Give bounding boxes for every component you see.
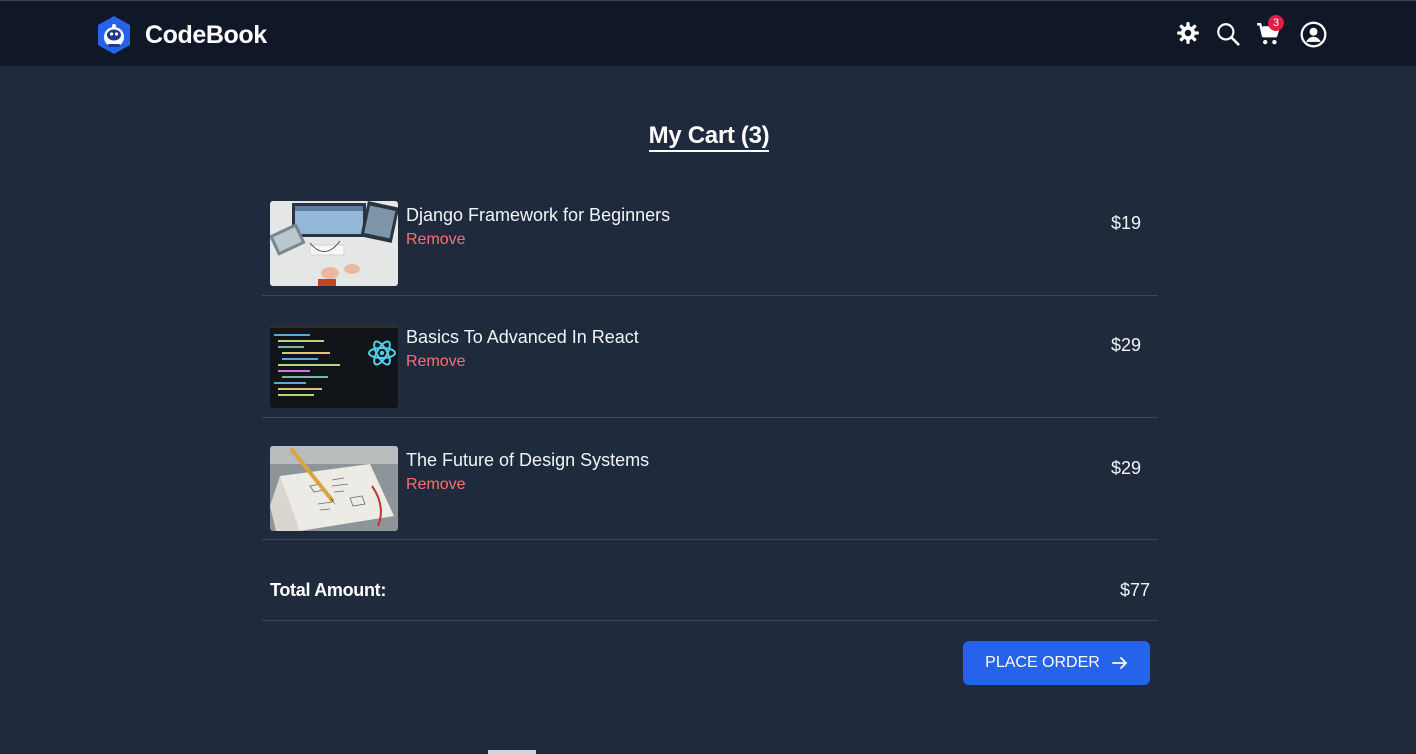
place-order-label: PLACE ORDER [985,654,1100,671]
gear-icon [1177,22,1199,44]
sketchbook-pencil-photo[interactable] [270,446,398,531]
user-button[interactable] [1300,21,1327,48]
page-title-text: My Cart (3) [648,122,770,152]
brand-name: CodeBook [145,20,267,49]
item-title[interactable]: The Future of Design Systems [406,450,649,471]
total-value: $77 [1119,580,1150,600]
remove-button[interactable]: Remove [406,353,466,371]
search-icon [1217,23,1240,46]
cart-item: The Future of Design Systems Remove $29 [262,418,1158,540]
react-code-photo[interactable] [270,323,398,408]
user-icon [1300,21,1327,48]
item-price: $29 [1110,458,1141,478]
desk-computers-photo[interactable] [270,201,398,286]
scroll-indicator [488,750,536,754]
arrow-right-icon [1111,657,1127,669]
brand-link[interactable]: CodeBook [96,15,267,55]
item-title[interactable]: Django Framework for Beginners [406,205,670,226]
place-order-button[interactable]: PLACE ORDER [963,641,1150,685]
cart-count-badge: 3 [1268,15,1284,31]
total-label: Total Amount: [270,580,387,600]
remove-button[interactable]: Remove [406,476,466,494]
item-price: $29 [1110,335,1141,355]
total-row: Total Amount: $77 [262,540,1158,621]
navbar: CodeBook [0,1,1416,66]
item-title[interactable]: Basics To Advanced In React [406,327,639,348]
gear-button[interactable] [1175,20,1201,46]
remove-button[interactable]: Remove [406,231,466,249]
cart-item: Basics To Advanced In React Remove $29 [262,295,1158,418]
cart-item: Django Framework for Beginners Remove $1… [262,173,1158,296]
item-price: $19 [1110,213,1141,233]
page-title: My Cart (3) [0,122,1416,152]
search-button[interactable] [1215,21,1241,47]
astronaut-logo-icon [98,16,130,54]
